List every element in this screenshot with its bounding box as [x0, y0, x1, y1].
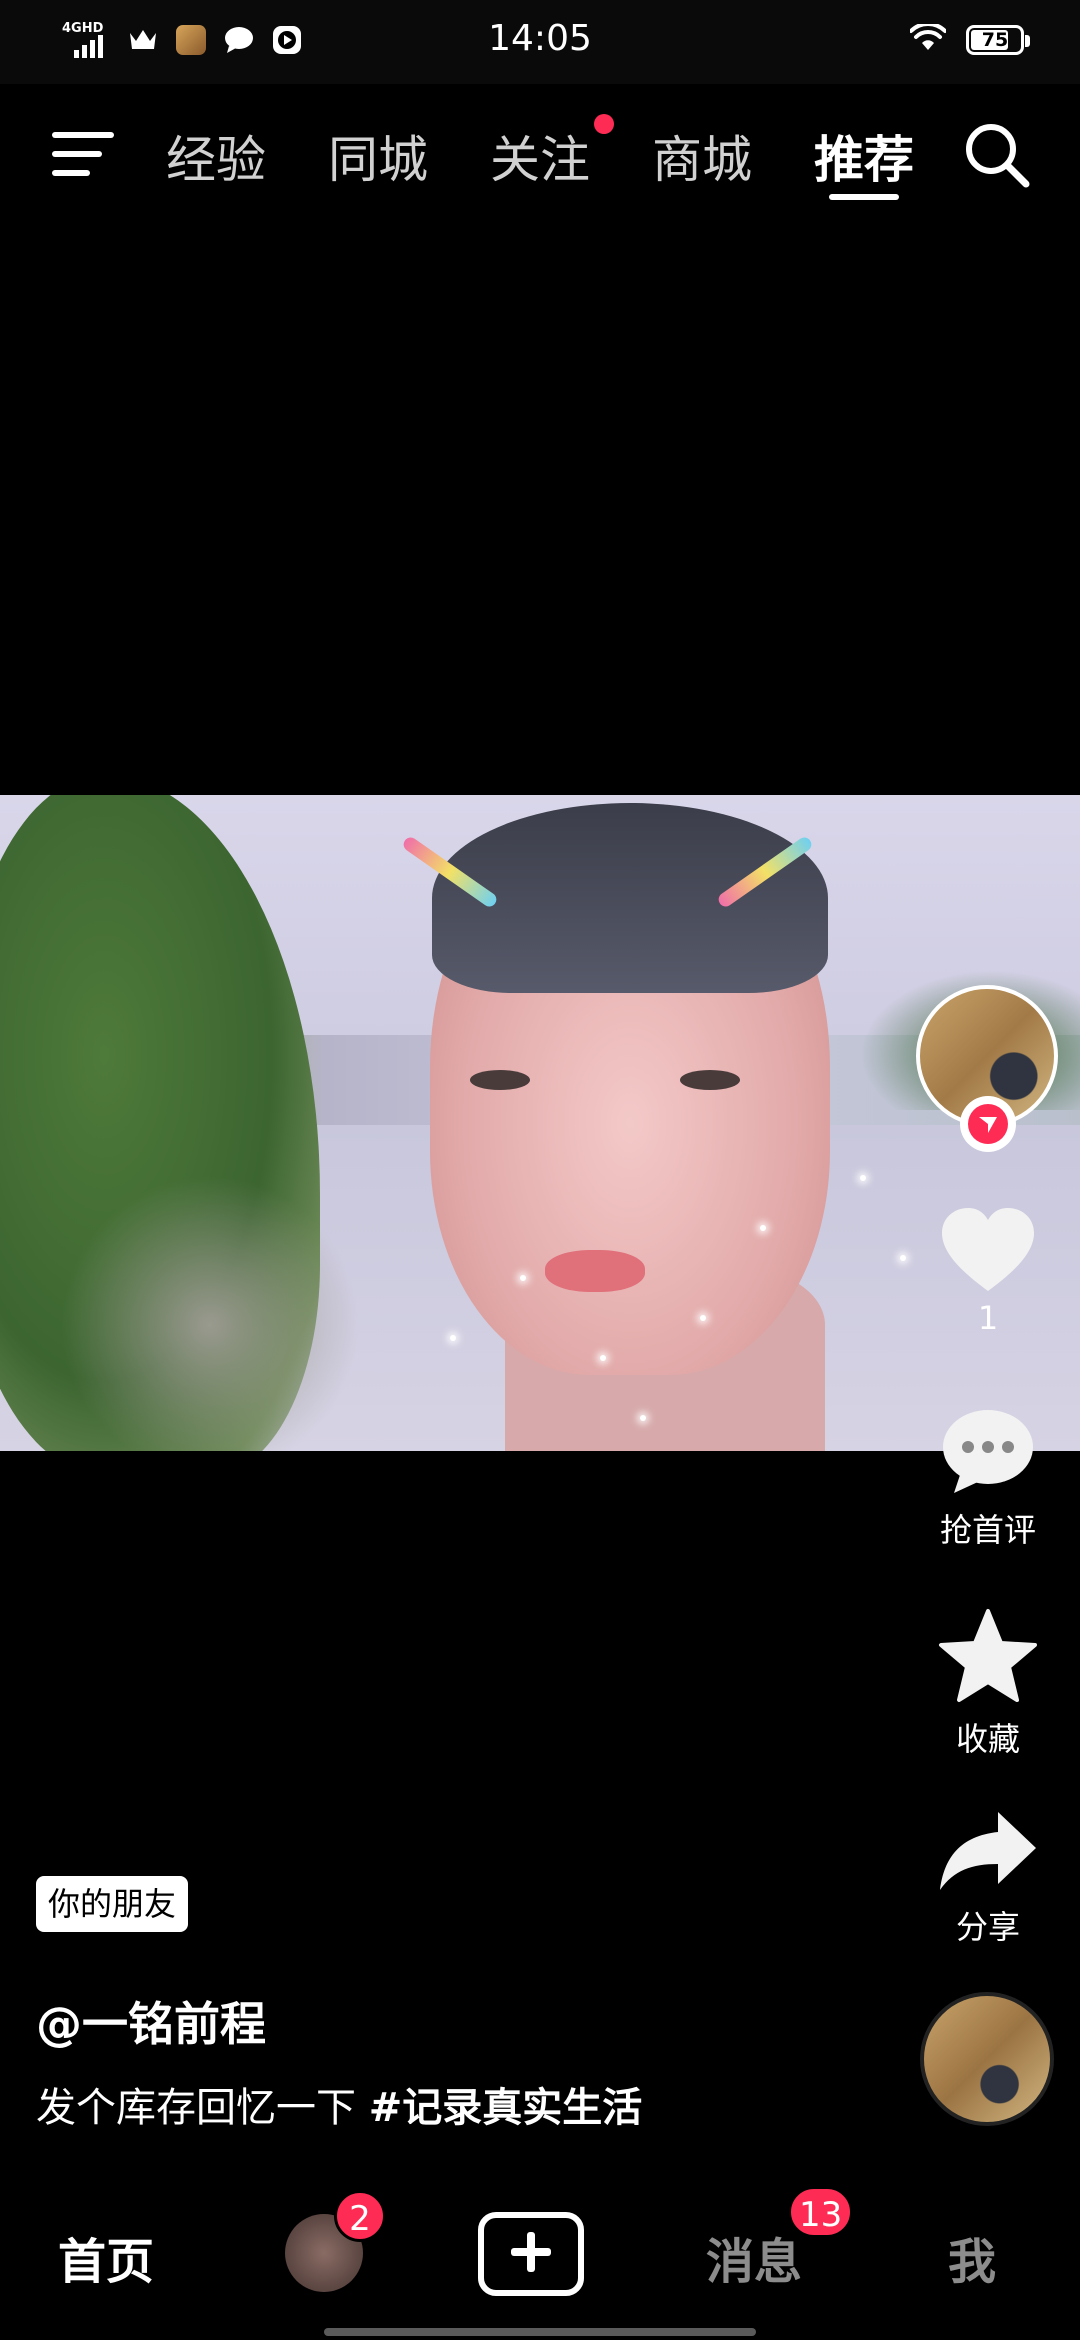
music-disc[interactable] [920, 1992, 1054, 2126]
notification-dot [594, 114, 614, 134]
search-icon[interactable] [962, 120, 1032, 190]
comment-icon [900, 1405, 1076, 1499]
battery-icon: 75 [966, 25, 1030, 55]
bottom-nav: 首页 2 消息 13 我 [0, 2186, 1080, 2340]
nav-home[interactable]: 首页 [58, 2222, 154, 2292]
status-bar: 4GHD 14:05 75 [0, 0, 1080, 84]
caption-text: 发个库存回忆一下 [36, 2085, 369, 2131]
tab-local[interactable]: 同城 [328, 120, 428, 192]
video-caption: 发个库存回忆一下 #记录真实生活 [36, 2075, 642, 2133]
nav-messages[interactable]: 消息 [706, 2222, 802, 2292]
nav-me[interactable]: 我 [948, 2222, 996, 2292]
video-player[interactable] [0, 795, 1080, 1451]
tab-following[interactable]: 关注 [490, 120, 590, 192]
follow-button[interactable] [960, 1096, 1016, 1152]
like-button[interactable]: 1 [900, 1205, 1076, 1337]
comment-button[interactable]: 抢首评 [900, 1405, 1076, 1551]
heart-icon [900, 1205, 1076, 1299]
share-label: 分享 [955, 1908, 1020, 1946]
favorite-label: 收藏 [955, 1720, 1020, 1758]
active-tab-indicator [829, 194, 899, 200]
tab-experience[interactable]: 经验 [166, 120, 266, 192]
friends-badge: 2 [334, 2190, 386, 2242]
author-username[interactable]: @一铭前程 [36, 1988, 266, 2054]
favorite-button[interactable]: 收藏 [900, 1608, 1076, 1760]
create-post-button[interactable] [478, 2212, 584, 2296]
status-icons-right: 75 [909, 21, 1030, 56]
plus-icon [509, 2230, 553, 2278]
video-feed-screen: 4GHD 14:05 75 经验 同城 关注 商城 推荐 1 抢首评 收藏 分享… [0, 0, 1080, 2340]
tab-mall[interactable]: 商城 [652, 120, 752, 192]
messages-badge: 13 [788, 2186, 854, 2238]
like-count: 1 [977, 1299, 999, 1337]
friend-tag: 你的朋友 [36, 1876, 189, 1932]
comment-label: 抢首评 [939, 1511, 1036, 1549]
star-icon [900, 1608, 1076, 1708]
share-icon [900, 1808, 1076, 1896]
tab-recommend[interactable]: 推荐 [814, 120, 914, 192]
top-nav: 经验 同城 关注 商城 推荐 [0, 110, 1080, 210]
wifi-icon [909, 21, 947, 56]
home-indicator[interactable] [324, 2328, 756, 2336]
battery-level: 75 [981, 29, 1009, 51]
menu-icon[interactable] [52, 126, 116, 182]
hashtag-link[interactable]: #记录真实生活 [369, 2085, 643, 2131]
share-button[interactable]: 分享 [900, 1808, 1076, 1948]
